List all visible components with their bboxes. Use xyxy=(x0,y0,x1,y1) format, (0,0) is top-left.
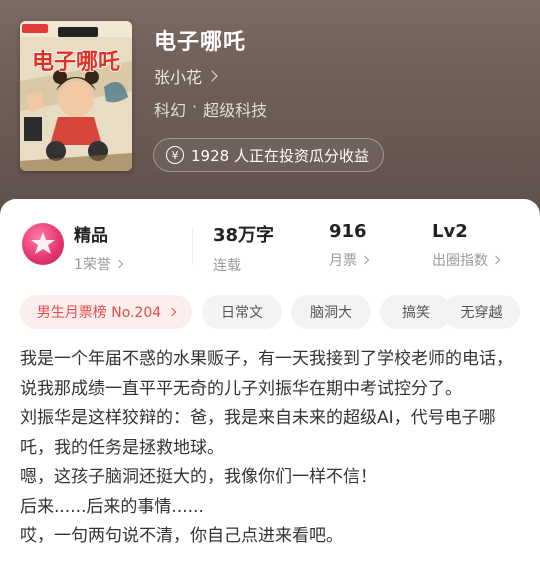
description-paragraph: 嗯，这孩子脑洞还挺大的，我像你们一样不信！ xyxy=(20,467,377,487)
tag-item[interactable]: 日常文 xyxy=(202,295,282,329)
stat-tickets[interactable]: 916 月票 xyxy=(329,221,370,270)
badge-label: 精品 xyxy=(74,226,108,246)
description-paragraph: 哎，一句两句说不清，你自己点进来看吧。 xyxy=(20,526,343,546)
words-label: 连载 xyxy=(213,258,241,274)
level-label: 出圈指数 xyxy=(432,250,501,270)
stats-row: 精品 1荣誉 38万字 连载 916 月票 Lv2 出圈指数 xyxy=(0,221,540,274)
book-description[interactable]: 我是一个年届不惑的水果贩子，有一天我接到了学校老师的电话，说我那成绩一直平平无奇… xyxy=(20,345,522,552)
genre: 科幻 xyxy=(154,101,187,120)
tag-rank[interactable]: 男生月票榜 No.204 xyxy=(20,295,192,329)
yen-icon: ¥ xyxy=(166,146,184,164)
divider xyxy=(192,227,193,265)
stat-badge[interactable]: 精品 1荣誉 xyxy=(74,221,124,274)
genre-row: 科幻 · 超级科技 xyxy=(154,97,267,121)
book-info-card: 精品 1荣誉 38万字 连载 916 月票 Lv2 出圈指数 男生月票榜 No.… xyxy=(0,199,540,577)
chevron-right-icon xyxy=(114,259,124,269)
cover-title-art: 电子哪吒 xyxy=(32,50,120,75)
description-paragraph: 我是一个年届不惑的水果贩子，有一天我接到了学校老师的电话，说我那成绩一直平平无奇… xyxy=(20,349,513,399)
chevron-right-icon xyxy=(206,70,218,82)
author-name: 张小花 xyxy=(154,68,203,87)
badge-sub: 1荣誉 xyxy=(74,254,124,274)
stat-words: 38万字 连载 xyxy=(213,221,274,275)
tag-item[interactable]: 脑洞大 xyxy=(291,295,371,329)
chevron-right-icon xyxy=(167,307,177,317)
author-link[interactable]: 张小花 xyxy=(154,64,218,88)
invest-button[interactable]: ¥ 1928 人正在投资瓜分收益 xyxy=(153,138,384,172)
chevron-right-icon xyxy=(491,255,501,265)
words-value: 38万字 xyxy=(213,225,275,246)
tag-item[interactable]: 搞笑 xyxy=(380,295,452,329)
stat-level[interactable]: Lv2 出圈指数 xyxy=(432,221,501,270)
book-cover[interactable]: 电子哪吒 xyxy=(20,21,132,171)
description-paragraph: 刘振华是这样狡辩的：爸，我是来自未来的超级AI，代号电子哪吒，我的任务是拯救地球… xyxy=(20,408,496,458)
chevron-right-icon xyxy=(360,255,370,265)
subgenre: 超级科技 xyxy=(203,101,268,120)
tag-item[interactable]: 无穿越 xyxy=(443,295,520,329)
invest-text: 1928 人正在投资瓜分收益 xyxy=(191,146,369,165)
book-title: 电子哪吒 xyxy=(154,30,247,55)
tickets-value: 916 xyxy=(329,221,367,242)
level-value: Lv2 xyxy=(432,221,468,242)
genre-separator: · xyxy=(192,97,198,116)
tickets-label: 月票 xyxy=(329,250,370,270)
description-paragraph: 后来......后来的事情...... xyxy=(20,496,204,517)
quality-badge-icon xyxy=(22,223,64,265)
book-header: 电子哪吒 电子哪吒 张小花 科幻 · 超级科技 ¥ 1928 人正在投资瓜分收益 xyxy=(0,0,540,215)
